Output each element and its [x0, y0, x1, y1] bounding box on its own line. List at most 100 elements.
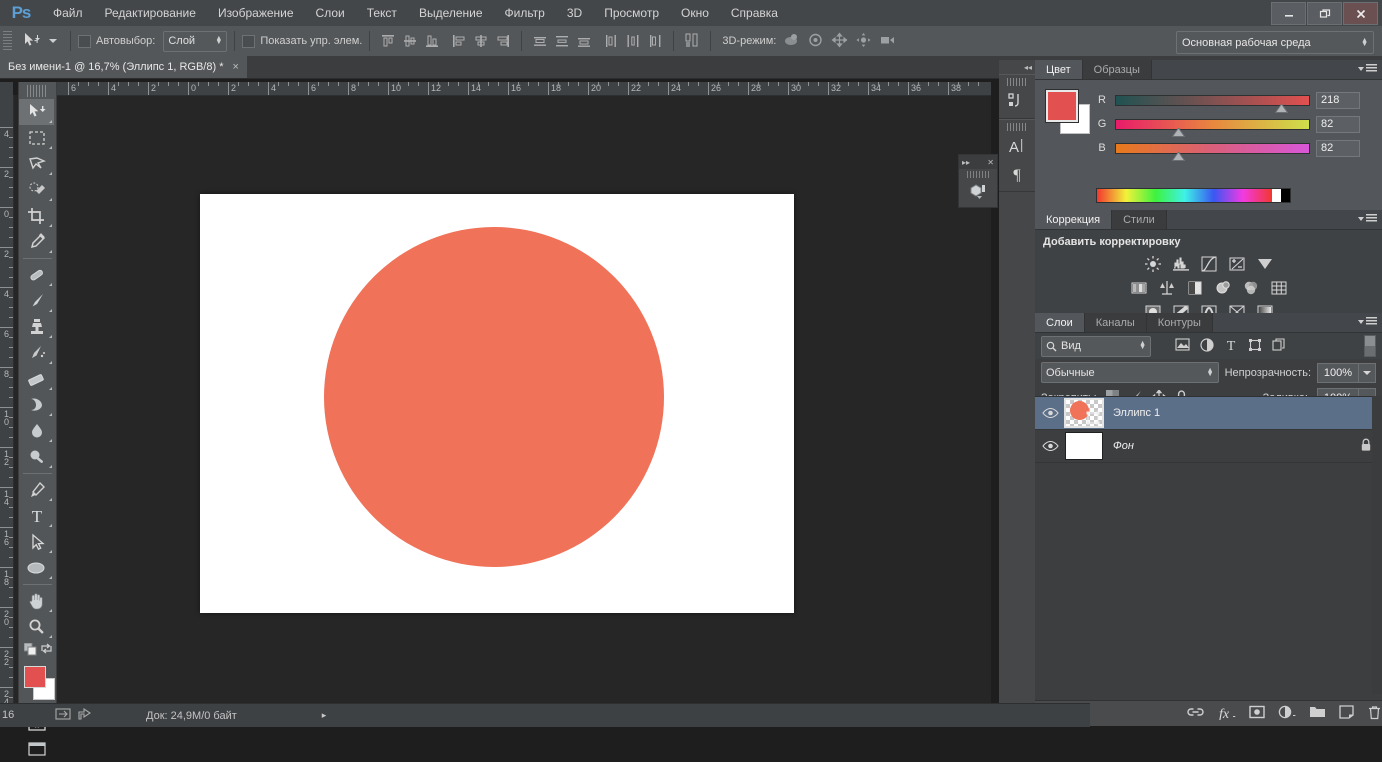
horizontal-ruler[interactable]: 6 4 2 0 2 4 6 8 10 12 14 16 18 20 22 24 26 28 30 32 34 36 38	[56, 82, 991, 96]
align-bottom-edges-button[interactable]	[421, 30, 443, 52]
layer-filter-select[interactable]: Вид ▲ ▼	[1041, 335, 1151, 357]
filter-smart-object-icon[interactable]	[1272, 337, 1286, 355]
minimize-button[interactable]	[1271, 2, 1306, 25]
show-transform-controls-checkbox[interactable]	[242, 34, 256, 48]
channel-value-g[interactable]: 82	[1316, 115, 1360, 133]
rectangular-marquee-tool[interactable]	[19, 125, 54, 151]
layer-style-fx-icon[interactable]: fx	[1217, 705, 1236, 723]
menu-item-edit[interactable]: Редактирование	[94, 0, 207, 26]
layer-visibility-icon[interactable]	[1035, 407, 1065, 419]
channel-value-b[interactable]: 82	[1316, 139, 1360, 157]
filter-adjustment-icon[interactable]	[1200, 337, 1214, 355]
ellipse-tool[interactable]	[19, 555, 54, 581]
curves-icon[interactable]	[1198, 254, 1220, 274]
channel-mixer-icon[interactable]	[1240, 278, 1262, 298]
distribute-right-edges-button[interactable]	[644, 30, 666, 52]
restore-button[interactable]	[1307, 2, 1342, 25]
tab-swatches[interactable]: Образцы	[1082, 60, 1152, 79]
delete-layer-icon[interactable]	[1367, 705, 1382, 723]
color-panel-menu-button[interactable]	[1358, 64, 1377, 73]
menu-item-select[interactable]: Выделение	[408, 0, 494, 26]
new-adjustment-layer-icon[interactable]	[1278, 705, 1296, 722]
brightness-contrast-icon[interactable]	[1142, 254, 1164, 274]
layer-name[interactable]: Эллипс 1	[1103, 407, 1382, 419]
3d-rotate-icon[interactable]	[783, 32, 800, 51]
dodge-tool[interactable]	[19, 444, 54, 470]
character-panel-icon[interactable]: A	[999, 132, 1035, 160]
status-expand-arrow[interactable]: ▸	[322, 710, 327, 721]
zoom-level[interactable]: 16	[2, 709, 14, 721]
opacity-value[interactable]: 100%	[1317, 362, 1359, 383]
healing-brush-tool[interactable]	[19, 262, 54, 288]
channel-slider-g[interactable]	[1115, 118, 1310, 137]
channel-slider-knob-r[interactable]	[1274, 102, 1288, 113]
canvas-area[interactable]	[13, 95, 991, 703]
ellipse-shape[interactable]	[324, 227, 664, 567]
move-tool[interactable]	[19, 99, 54, 125]
color-panel-foreground-swatch[interactable]	[1045, 89, 1079, 123]
3d-roll-icon[interactable]	[807, 32, 824, 51]
zoom-tool[interactable]	[19, 614, 54, 640]
layers-panel-menu-button[interactable]	[1358, 317, 1377, 326]
default-colors-icon[interactable]	[23, 642, 37, 659]
align-horizontal-centers-button[interactable]	[470, 30, 492, 52]
tab-styles[interactable]: Стили	[1112, 210, 1167, 229]
vibrance-icon[interactable]	[1254, 254, 1276, 274]
menu-item-window[interactable]: Окно	[670, 0, 720, 26]
menu-item-view[interactable]: Просмотр	[593, 0, 670, 26]
pen-tool[interactable]	[19, 477, 54, 503]
tab-layers[interactable]: Слои	[1035, 313, 1085, 332]
dock-group-grip[interactable]	[1007, 78, 1027, 86]
color-lookup-icon[interactable]	[1268, 278, 1290, 298]
adjustments-panel-menu-button[interactable]	[1358, 214, 1377, 223]
options-bar-grip[interactable]	[3, 31, 12, 51]
hue-saturation-icon[interactable]	[1128, 278, 1150, 298]
workspace-select[interactable]: Основная рабочая среда ▲ ▼	[1176, 31, 1374, 54]
history-brush-tool[interactable]	[19, 340, 54, 366]
layer-visibility-icon[interactable]	[1035, 440, 1065, 452]
distribute-left-edges-button[interactable]	[600, 30, 622, 52]
chevron-down-icon[interactable]	[49, 39, 57, 43]
close-icon[interactable]: ×	[232, 61, 238, 73]
opacity-dropdown-arrow[interactable]	[1359, 362, 1376, 383]
layer-thumbnail[interactable]	[1065, 432, 1103, 460]
floating-mini-panel[interactable]: ▸▸ ✕	[958, 154, 998, 208]
color-balance-icon[interactable]	[1156, 278, 1178, 298]
tab-paths[interactable]: Контуры	[1146, 313, 1213, 332]
filter-shape-icon[interactable]	[1248, 338, 1262, 355]
layer-row-ellipse[interactable]: Эллипс 1	[1035, 397, 1382, 430]
autoselect-target-select[interactable]: Слой ▲ ▼	[163, 30, 228, 52]
layer-filter-toggle[interactable]	[1364, 335, 1376, 357]
active-tool-preset[interactable]	[16, 32, 63, 50]
mini-panel-grip[interactable]	[967, 171, 989, 178]
share-icon[interactable]	[78, 707, 94, 724]
document-tab[interactable]: Без имени-1 @ 16,7% (Эллипс 1, RGB/8) * …	[0, 56, 248, 78]
crop-tool[interactable]	[19, 203, 54, 229]
exposure-icon[interactable]	[1226, 254, 1248, 274]
screen-mode-icon[interactable]	[55, 707, 71, 724]
brush-tool[interactable]	[19, 288, 54, 314]
channel-slider-b[interactable]	[1115, 142, 1310, 161]
align-vertical-centers-button[interactable]	[399, 30, 421, 52]
channel-slider-knob-g[interactable]	[1171, 126, 1186, 137]
distribute-horizontal-centers-button[interactable]	[622, 30, 644, 52]
paragraph-panel-icon[interactable]: ¶	[999, 160, 1035, 188]
autoselect-checkbox[interactable]	[78, 34, 91, 48]
3d-pan-icon[interactable]	[831, 32, 848, 51]
black-white-icon[interactable]	[1184, 278, 1206, 298]
history-actions-icon[interactable]	[999, 87, 1035, 115]
distribute-top-edges-button[interactable]	[529, 30, 551, 52]
path-selection-tool[interactable]	[19, 529, 54, 555]
channel-slider-knob-b[interactable]	[1171, 150, 1186, 161]
layer-name[interactable]: Фон	[1103, 440, 1360, 452]
clone-stamp-tool[interactable]	[19, 314, 54, 340]
align-left-edges-button[interactable]	[448, 30, 470, 52]
swap-colors-icon[interactable]	[40, 642, 53, 658]
close-button[interactable]	[1343, 2, 1378, 25]
3d-slide-icon[interactable]	[855, 32, 872, 51]
color-panel-swatches[interactable]	[1043, 89, 1090, 134]
menu-item-file[interactable]: Файл	[42, 0, 94, 26]
blur-tool[interactable]	[19, 418, 54, 444]
close-icon[interactable]: ✕	[987, 158, 994, 167]
layers-list[interactable]: Эллипс 1 Фон	[1035, 396, 1382, 695]
